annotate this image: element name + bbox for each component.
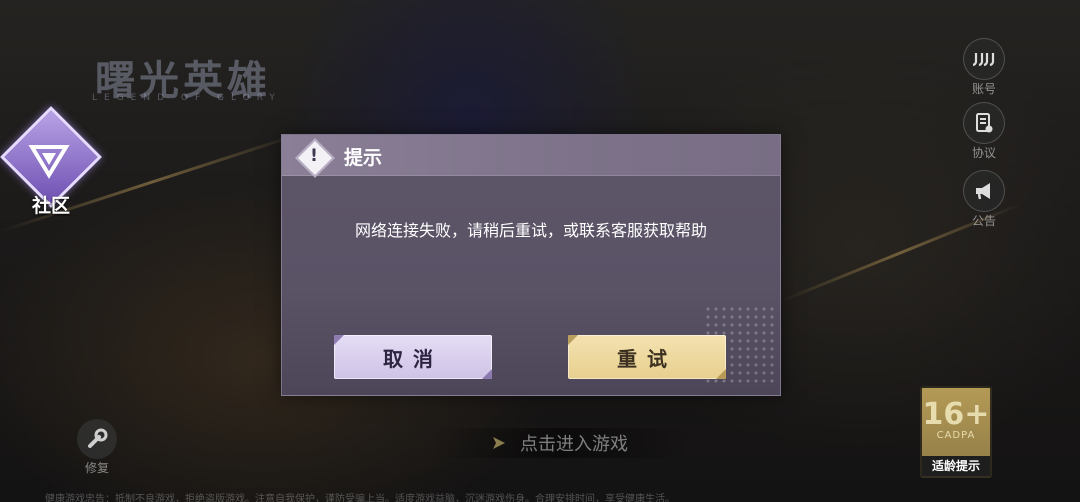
retry-button-label: 重试	[617, 346, 677, 371]
age-rating-badge[interactable]: 16+ CADPA 适龄提示	[920, 386, 992, 478]
notice-button[interactable]: 公告	[962, 170, 1006, 229]
cancel-button-label: 取消	[383, 346, 443, 371]
enter-game-label: 点击进入游戏	[520, 434, 628, 455]
account-icon	[963, 38, 1005, 80]
repair-label: 修复	[84, 461, 109, 475]
megaphone-icon	[963, 170, 1005, 212]
enter-game-button[interactable]: 点击进入游戏	[430, 428, 690, 458]
community-button[interactable]: 社区	[0, 106, 102, 223]
dialog-title: 提示	[344, 147, 383, 169]
age-rating-number: 16+	[922, 397, 990, 432]
cancel-button[interactable]: 取消	[334, 335, 492, 379]
retry-button[interactable]: 重试	[568, 335, 726, 379]
warning-icon: !	[294, 137, 335, 178]
game-logo-subtitle: LEGEND OF GLORY	[92, 93, 282, 103]
account-button[interactable]: 账号	[962, 38, 1006, 97]
community-label: 社区	[31, 195, 70, 217]
repair-button[interactable]: 修复	[74, 419, 120, 476]
health-advisory-text: 健康游戏忠告：抵制不良游戏，拒绝盗版游戏。注意自我保护，谨防受骗上当。适度游戏益…	[45, 494, 675, 502]
agreement-button[interactable]: 协议	[962, 102, 1006, 161]
community-icon	[28, 145, 70, 179]
account-label: 账号	[971, 82, 996, 96]
arrow-right-icon	[493, 437, 505, 449]
document-icon	[963, 102, 1005, 144]
wrench-icon	[77, 419, 117, 459]
agreement-label: 协议	[971, 146, 996, 160]
dialog-message: 网络连接失败，请稍后重试，或联系客服获取帮助	[354, 221, 707, 240]
notice-label: 公告	[971, 214, 996, 228]
network-error-dialog: ! 提示 网络连接失败，请稍后重试，或联系客服获取帮助 取消 重试	[281, 134, 781, 396]
age-tip-label: 适龄提示	[922, 456, 990, 476]
dialog-header: ! 提示	[282, 135, 780, 178]
